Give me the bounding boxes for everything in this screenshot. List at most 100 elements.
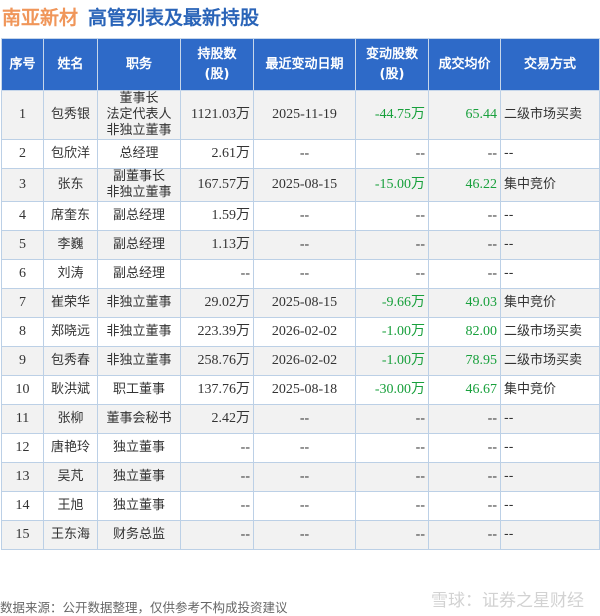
table-row: 12 唐艳玲 独立董事 -- -- -- -- -- (1, 433, 600, 463)
cell-name: 唐艳玲 (43, 433, 98, 463)
column-header: 交易方式 (500, 38, 600, 91)
cell-method: -- (500, 259, 600, 289)
cell-change: -1.00万 (355, 317, 429, 347)
cell-method: -- (500, 139, 600, 169)
cell-method: -- (500, 491, 600, 521)
cell-method: 二级市场买卖 (500, 317, 600, 347)
table-row: 10 耿洪斌 职工董事 137.76万 2025-08-18 -30.00万 46.67 集中… (1, 375, 600, 405)
cell-date: 2025-08-15 (253, 168, 356, 202)
column-header: 持股数 (股) (180, 38, 254, 91)
cell-price: -- (428, 139, 501, 169)
cell-role: 副总经理 (97, 230, 181, 260)
cell-no: 6 (1, 259, 44, 289)
cell-shares: -- (180, 491, 254, 521)
table-row: 9 包秀春 非独立董事 258.76万 2026-02-02 -1.00万 78.95 二级市… (1, 346, 600, 376)
cell-no: 3 (1, 168, 44, 202)
cell-name: 李巍 (43, 230, 98, 260)
cell-no: 10 (1, 375, 44, 405)
cell-method: 集中竞价 (500, 168, 600, 202)
column-header: 序号 (1, 38, 44, 91)
cell-role: 副总经理 (97, 259, 181, 289)
cell-date: 2025-08-18 (253, 375, 356, 405)
cell-name: 包秀银 (43, 90, 98, 140)
column-header: 姓名 (43, 38, 98, 91)
cell-role: 副董事长 非独立董事 (97, 168, 181, 202)
cell-role: 独立董事 (97, 462, 181, 492)
table-row: 3 张东 副董事长 非独立董事 167.57万 2025-08-15 -15.00万 46.2… (1, 168, 600, 202)
cell-name: 吴芃 (43, 462, 98, 492)
cell-shares: -- (180, 520, 254, 550)
cell-shares: -- (180, 462, 254, 492)
cell-shares: 1.59万 (180, 201, 254, 231)
cell-change: -- (355, 230, 429, 260)
cell-shares: 1121.03万 (180, 90, 254, 140)
cell-role: 董事长 法定代表人 非独立董事 (97, 90, 181, 140)
cell-name: 王旭 (43, 491, 98, 521)
cell-method: -- (500, 201, 600, 231)
cell-name: 郑晓远 (43, 317, 98, 347)
cell-role: 财务总监 (97, 520, 181, 550)
cell-change: -- (355, 462, 429, 492)
cell-shares: -- (180, 433, 254, 463)
cell-change: -- (355, 139, 429, 169)
cell-date: -- (253, 520, 356, 550)
cell-price: -- (428, 491, 501, 521)
cell-shares: -- (180, 259, 254, 289)
cell-price: -- (428, 520, 501, 550)
page-title: 南亚新材 高管列表及最新持股 (2, 3, 259, 30)
cell-date: -- (253, 201, 356, 231)
table-row: 7 崔荣华 非独立董事 29.02万 2025-08-15 -9.66万 49.03 集中竞价 (1, 288, 600, 318)
cell-name: 包秀春 (43, 346, 98, 376)
cell-shares: 2.42万 (180, 404, 254, 434)
cell-method: -- (500, 230, 600, 260)
cell-no: 1 (1, 90, 44, 140)
cell-change: -30.00万 (355, 375, 429, 405)
cell-date: -- (253, 230, 356, 260)
table-row: 8 郑晓远 非独立董事 223.39万 2026-02-02 -1.00万 82.00 二级市… (1, 317, 600, 347)
cell-date: 2025-08-15 (253, 288, 356, 318)
cell-method: 集中竞价 (500, 288, 600, 318)
cell-method: 集中竞价 (500, 375, 600, 405)
cell-date: 2025-11-19 (253, 90, 356, 140)
cell-change: -1.00万 (355, 346, 429, 376)
table-row: 2 包欣洋 总经理 2.61万 -- -- -- -- (1, 139, 600, 169)
cell-date: -- (253, 462, 356, 492)
column-header: 职务 (97, 38, 181, 91)
cell-role: 非独立董事 (97, 317, 181, 347)
cell-name: 王东海 (43, 520, 98, 550)
cell-price: 78.95 (428, 346, 501, 376)
cell-name: 耿洪斌 (43, 375, 98, 405)
cell-role: 非独立董事 (97, 346, 181, 376)
table-row: 13 吴芃 独立董事 -- -- -- -- -- (1, 462, 600, 492)
cell-change: -15.00万 (355, 168, 429, 202)
cell-no: 2 (1, 139, 44, 169)
column-header: 成交均价 (428, 38, 501, 91)
cell-method: -- (500, 404, 600, 434)
cell-no: 11 (1, 404, 44, 434)
cell-shares: 258.76万 (180, 346, 254, 376)
cell-change: -- (355, 404, 429, 434)
cell-change: -- (355, 520, 429, 550)
cell-change: -- (355, 491, 429, 521)
cell-no: 7 (1, 288, 44, 318)
cell-price: -- (428, 462, 501, 492)
cell-no: 14 (1, 491, 44, 521)
cell-change: -- (355, 433, 429, 463)
table-row: 15 王东海 财务总监 -- -- -- -- -- (1, 520, 600, 550)
cell-price: 46.67 (428, 375, 501, 405)
table-row: 14 王旭 独立董事 -- -- -- -- -- (1, 491, 600, 521)
cell-method: 二级市场买卖 (500, 346, 600, 376)
table-row: 6 刘涛 副总经理 -- -- -- -- -- (1, 259, 600, 289)
table-row: 1 包秀银 董事长 法定代表人 非独立董事 1121.03万 2025-11-19 -44.7… (1, 90, 600, 140)
cell-date: -- (253, 404, 356, 434)
cell-role: 董事会秘书 (97, 404, 181, 434)
column-header: 变动股数 (股) (355, 38, 429, 91)
cell-date: -- (253, 491, 356, 521)
cell-shares: 1.13万 (180, 230, 254, 260)
cell-price: 46.22 (428, 168, 501, 202)
cell-shares: 2.61万 (180, 139, 254, 169)
cell-date: 2026-02-02 (253, 317, 356, 347)
table-row: 5 李巍 副总经理 1.13万 -- -- -- -- (1, 230, 600, 260)
cell-no: 9 (1, 346, 44, 376)
cell-role: 独立董事 (97, 491, 181, 521)
